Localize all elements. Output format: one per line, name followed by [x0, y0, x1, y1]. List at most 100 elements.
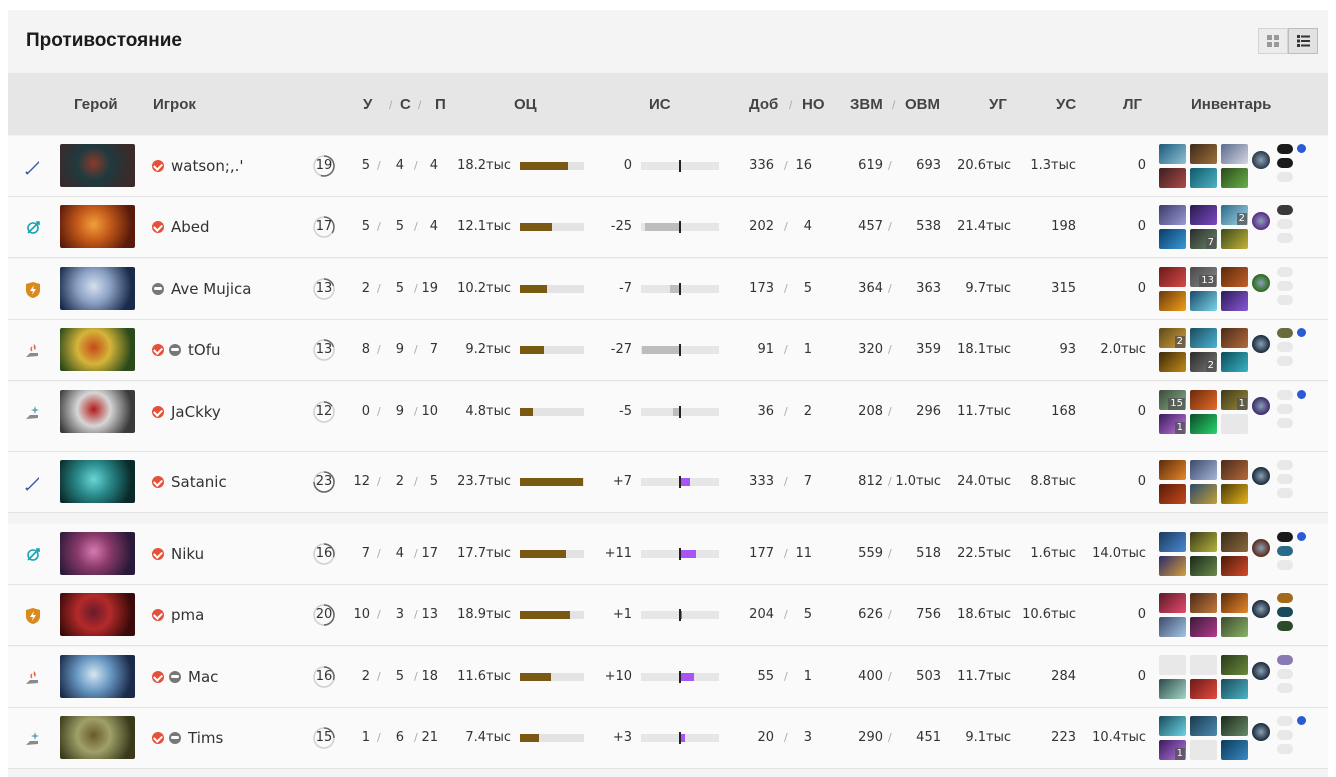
- item-icon[interactable]: [1221, 352, 1248, 372]
- hero-portrait[interactable]: [60, 460, 135, 503]
- backpack-item-icon[interactable]: [1277, 593, 1293, 603]
- item-icon[interactable]: 15: [1159, 390, 1186, 410]
- item-icon[interactable]: [1190, 556, 1217, 576]
- item-icon[interactable]: [1221, 414, 1248, 434]
- item-icon[interactable]: [1159, 556, 1186, 576]
- backpack-item-icon[interactable]: [1277, 655, 1293, 665]
- item-icon[interactable]: 13: [1190, 267, 1217, 287]
- item-icon[interactable]: [1190, 291, 1217, 311]
- backpack-item-icon[interactable]: [1277, 607, 1293, 617]
- item-icon[interactable]: [1190, 205, 1217, 225]
- player-name-cell[interactable]: pma: [152, 585, 204, 645]
- player-name[interactable]: Mac: [188, 647, 218, 707]
- col-tower-damage[interactable]: УС: [1056, 96, 1076, 113]
- backpack-item-icon[interactable]: [1277, 267, 1293, 277]
- neutral-item-icon[interactable]: [1252, 335, 1270, 353]
- player-row[interactable]: Ave Mujica 13 2/5/19 10.2тыс -7 173/5 364/363 9…: [8, 259, 1328, 320]
- item-icon[interactable]: [1190, 679, 1217, 699]
- col-hero[interactable]: Герой: [74, 96, 118, 113]
- col-last-hits[interactable]: Доб: [749, 96, 778, 113]
- item-icon[interactable]: [1221, 291, 1248, 311]
- item-icon[interactable]: [1159, 291, 1186, 311]
- player-name-cell[interactable]: Ave Mujica: [152, 259, 251, 319]
- player-row[interactable]: pma 20 10/3/13 18.9тыс +1 204/5 626/756 18.6тыс…: [8, 585, 1328, 646]
- player-name-cell[interactable]: Tims: [152, 708, 223, 768]
- backpack-item-icon[interactable]: [1277, 474, 1293, 484]
- item-icon[interactable]: [1221, 593, 1248, 613]
- col-gpm[interactable]: ЗВМ: [850, 96, 883, 113]
- item-icon[interactable]: [1159, 267, 1186, 287]
- neutral-item-icon[interactable]: [1252, 600, 1270, 618]
- col-xp-advantage[interactable]: ИС: [649, 96, 671, 113]
- backpack-item-icon[interactable]: [1277, 205, 1293, 215]
- hero-portrait[interactable]: [60, 328, 135, 371]
- player-row[interactable]: Abed 17 5/5/4 12.1тыс -25 202/4 457/538 21.4тыс…: [8, 197, 1328, 258]
- backpack-item-icon[interactable]: [1277, 716, 1293, 726]
- item-icon[interactable]: [1159, 229, 1186, 249]
- backpack-item-icon[interactable]: [1277, 390, 1293, 400]
- backpack-item-icon[interactable]: [1277, 356, 1293, 366]
- item-icon[interactable]: [1190, 460, 1217, 480]
- item-icon[interactable]: [1159, 484, 1186, 504]
- item-icon[interactable]: [1190, 593, 1217, 613]
- item-icon[interactable]: [1190, 617, 1217, 637]
- player-name[interactable]: Ave Mujica: [171, 259, 251, 319]
- item-icon[interactable]: [1221, 716, 1248, 736]
- neutral-item-icon[interactable]: [1252, 397, 1270, 415]
- backpack-item-icon[interactable]: [1277, 418, 1293, 428]
- item-icon[interactable]: [1190, 328, 1217, 348]
- item-icon[interactable]: [1221, 168, 1248, 188]
- item-icon[interactable]: [1159, 144, 1186, 164]
- item-icon[interactable]: [1159, 460, 1186, 480]
- hero-portrait[interactable]: [60, 267, 135, 310]
- hero-portrait[interactable]: [60, 655, 135, 698]
- hero-portrait[interactable]: [60, 144, 135, 187]
- player-name-cell[interactable]: Satanic: [152, 452, 227, 512]
- backpack-item-icon[interactable]: [1277, 342, 1293, 352]
- item-icon[interactable]: [1159, 617, 1186, 637]
- neutral-item-icon[interactable]: [1252, 539, 1270, 557]
- backpack-item-icon[interactable]: [1277, 744, 1293, 754]
- grid-view-icon[interactable]: [1258, 28, 1288, 54]
- player-row[interactable]: JaCkky 12 0/9/10 4.8тыс -5 36/2 208/296 11.7тыс…: [8, 382, 1328, 452]
- player-name-cell[interactable]: Abed: [152, 197, 210, 257]
- col-denies[interactable]: НО: [802, 96, 825, 113]
- col-player[interactable]: Игрок: [153, 96, 196, 113]
- item-icon[interactable]: 1: [1159, 414, 1186, 434]
- backpack-item-icon[interactable]: [1277, 172, 1293, 182]
- item-icon[interactable]: [1190, 532, 1217, 552]
- backpack-item-icon[interactable]: [1277, 295, 1293, 305]
- player-name-cell[interactable]: Mac: [152, 647, 218, 707]
- neutral-item-icon[interactable]: [1252, 467, 1270, 485]
- player-name-cell[interactable]: JaCkky: [152, 382, 221, 442]
- hero-portrait[interactable]: [60, 390, 135, 433]
- player-name-cell[interactable]: tOfu: [152, 320, 220, 380]
- item-icon[interactable]: [1221, 328, 1248, 348]
- player-row[interactable]: Mac 16 2/5/18 11.6тыс +10 55/1 400/503 11.7тыс 2…: [8, 647, 1328, 708]
- item-icon[interactable]: [1159, 593, 1186, 613]
- item-icon[interactable]: [1190, 655, 1217, 675]
- item-icon[interactable]: [1221, 144, 1248, 164]
- item-icon[interactable]: [1221, 267, 1248, 287]
- item-icon[interactable]: [1159, 532, 1186, 552]
- player-row[interactable]: Satanic 23 12/2/5 23.7тыс +7 333/7 812/1.0тыс 2…: [8, 452, 1328, 513]
- backpack-item-icon[interactable]: [1277, 328, 1293, 338]
- item-icon[interactable]: 2: [1221, 205, 1248, 225]
- neutral-item-icon[interactable]: [1252, 723, 1270, 741]
- col-assists[interactable]: П: [435, 96, 446, 113]
- backpack-item-icon[interactable]: [1277, 281, 1293, 291]
- item-icon[interactable]: [1221, 532, 1248, 552]
- backpack-item-icon[interactable]: [1277, 144, 1293, 154]
- backpack-item-icon[interactable]: [1277, 730, 1293, 740]
- item-icon[interactable]: [1190, 716, 1217, 736]
- item-icon[interactable]: [1221, 460, 1248, 480]
- col-networth[interactable]: ОЦ: [514, 96, 537, 113]
- item-icon[interactable]: [1221, 484, 1248, 504]
- player-name[interactable]: Niku: [171, 524, 204, 584]
- backpack-item-icon[interactable]: [1277, 683, 1293, 693]
- item-icon[interactable]: [1190, 740, 1217, 760]
- backpack-item-icon[interactable]: [1277, 669, 1293, 679]
- item-icon[interactable]: [1159, 352, 1186, 372]
- item-icon[interactable]: [1221, 617, 1248, 637]
- player-name[interactable]: Satanic: [171, 452, 227, 512]
